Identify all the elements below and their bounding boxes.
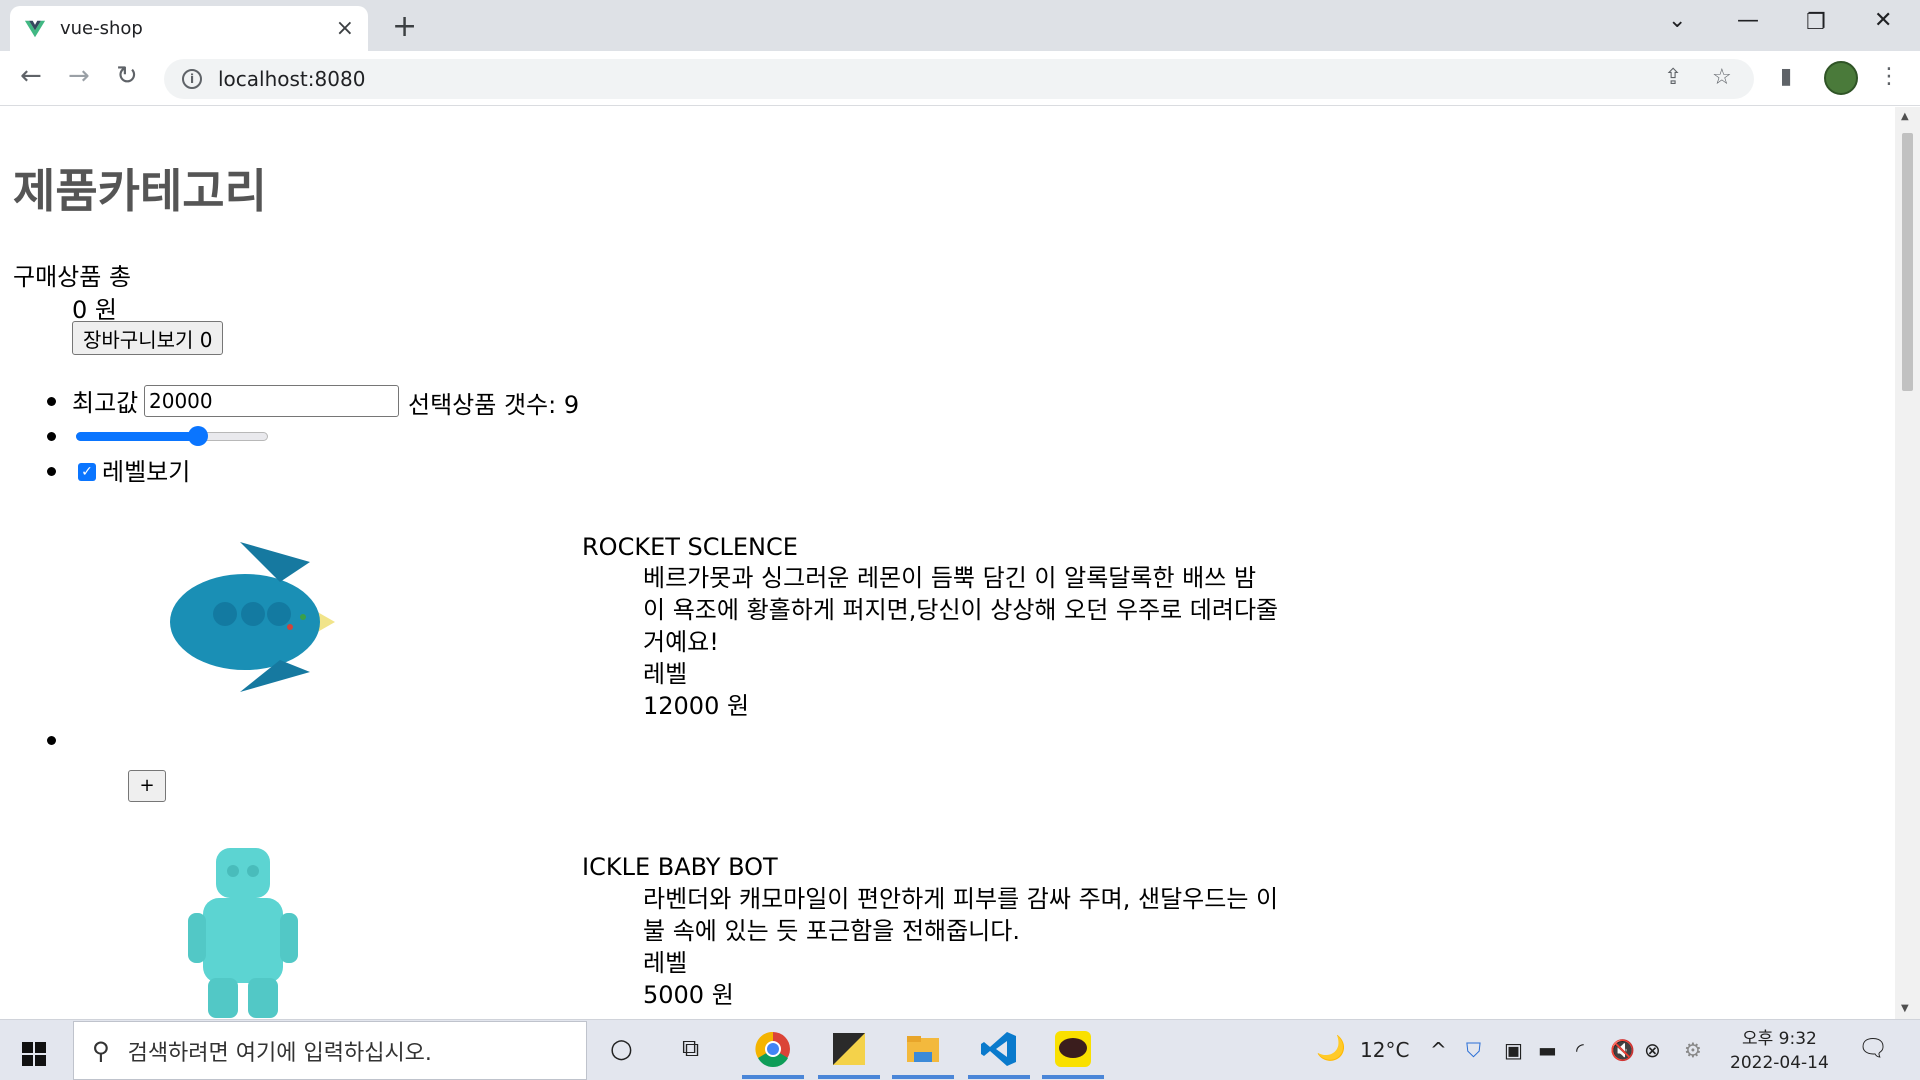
slider-fill	[76, 432, 198, 441]
tab-search-icon[interactable]: ⌄	[1668, 8, 1686, 33]
browser-tabstrip: vue-shop × + ⌄ — ❐ ✕	[0, 0, 1920, 51]
slider-knob[interactable]	[187, 426, 208, 446]
taskbar-search-box[interactable]: ⚲ 검색하려면 여기에 입력하십시오.	[73, 1021, 587, 1080]
browser-tab[interactable]: vue-shop ×	[10, 6, 368, 51]
list-bullet	[47, 432, 56, 441]
status-x-icon[interactable]: ⊗	[1644, 1038, 1661, 1062]
list-bullet	[47, 467, 56, 476]
restore-icon[interactable]: ❐	[1806, 10, 1826, 35]
kakaotalk-icon	[1055, 1031, 1091, 1067]
selected-count: 선택상품 갯수: 9	[408, 391, 580, 419]
active-indicator	[742, 1075, 804, 1079]
active-indicator	[818, 1075, 880, 1079]
share-icon[interactable]: ⇪	[1664, 65, 1682, 90]
windows-taskbar: ⚲ 검색하려면 여기에 입력하십시오. ○ ⧉ 🌙 12°C ^ ⛉ ▣ ▬ ◜…	[0, 1019, 1920, 1080]
close-window-icon[interactable]: ✕	[1874, 8, 1892, 33]
kakaotalk-app-icon[interactable]	[1042, 1030, 1104, 1079]
defender-shield-icon[interactable]: ⛉	[1466, 1038, 1481, 1062]
ime-icon[interactable]: ⚙	[1684, 1038, 1702, 1062]
weather-moon-icon[interactable]: 🌙	[1316, 1034, 1346, 1062]
list-bullet	[47, 736, 56, 745]
vue-logo-icon	[24, 20, 46, 37]
cart-label: 구매상품 총	[13, 263, 132, 291]
price-range-slider[interactable]	[76, 423, 268, 449]
list-bullet	[47, 397, 56, 406]
file-explorer-app-icon[interactable]	[892, 1030, 954, 1079]
browser-toolbar: ← → ↻ i localhost:8080 ⇪ ☆ ▮ ⋮	[0, 51, 1920, 106]
active-indicator	[1042, 1075, 1104, 1079]
sticky-notes-icon	[833, 1033, 865, 1065]
page-scrollbar[interactable]: ▲ ▼	[1895, 107, 1920, 1019]
battery-icon[interactable]: ▬	[1538, 1038, 1557, 1062]
task-view-icon[interactable]: ⧉	[682, 1034, 699, 1062]
back-icon[interactable]: ←	[20, 61, 42, 91]
max-price-label: 최고값	[72, 389, 139, 417]
menu-kebab-icon[interactable]: ⋮	[1878, 64, 1900, 89]
new-tab-button[interactable]: +	[392, 9, 417, 44]
folder-icon	[907, 1036, 939, 1062]
windows-start-icon[interactable]	[22, 1042, 46, 1066]
product-price: 12000 원	[643, 692, 750, 720]
tab-close-icon[interactable]: ×	[336, 16, 354, 41]
scroll-up-icon[interactable]: ▲	[1901, 111, 1909, 122]
cortana-icon[interactable]: ○	[610, 1034, 633, 1064]
reload-icon[interactable]: ↻	[116, 61, 138, 91]
notification-center-icon[interactable]: 🗨	[1858, 1034, 1888, 1062]
wifi-icon[interactable]: ◜	[1576, 1038, 1584, 1062]
meet-icon[interactable]: ▣	[1504, 1038, 1523, 1062]
address-bar[interactable]: i localhost:8080 ⇪ ☆	[164, 59, 1754, 99]
site-info-icon[interactable]: i	[182, 69, 202, 89]
taskbar-clock[interactable]: 오후 9:32 2022-04-14	[1730, 1027, 1829, 1075]
clock-time: 오후 9:32	[1741, 1029, 1817, 1049]
scroll-down-icon[interactable]: ▼	[1901, 1003, 1909, 1014]
chrome-app-icon[interactable]	[742, 1030, 804, 1079]
profile-avatar[interactable]	[1824, 61, 1858, 95]
bookmark-star-icon[interactable]: ☆	[1712, 65, 1732, 90]
vscode-app-icon[interactable]	[968, 1030, 1030, 1079]
product-price: 5000 원	[643, 981, 734, 1009]
product-label: 레벨	[643, 949, 688, 977]
active-indicator	[892, 1075, 954, 1079]
page-title: 제품카테고리	[13, 164, 267, 218]
add-to-cart-button[interactable]: +	[128, 770, 166, 802]
search-icon: ⚲	[92, 1036, 110, 1065]
weather-temperature[interactable]: 12°C	[1360, 1038, 1409, 1062]
scroll-thumb[interactable]	[1902, 133, 1913, 391]
product-label: 레벨	[643, 660, 688, 688]
max-price-input[interactable]	[144, 385, 399, 417]
view-cart-button[interactable]: 장바구니보기 0	[72, 321, 224, 355]
rocket-bath-bomb-image	[170, 542, 335, 692]
product-name: ICKLE BABY BOT	[582, 853, 778, 881]
url-text[interactable]: localhost:8080	[218, 67, 365, 91]
page-content: 제품카테고리 구매상품 총 0 원 장바구니보기 0 최고값 선택상품 갯수: …	[0, 107, 1895, 1019]
vscode-icon	[981, 1032, 1016, 1066]
cart-total: 0 원	[72, 296, 117, 324]
product-description: 베르가못과 싱그러운 레몬이 듬뿍 담긴 이 알록달록한 배쓰 밤 이 욕조에 …	[643, 562, 1333, 722]
taskbar-search-placeholder: 검색하려면 여기에 입력하십시오.	[127, 1040, 432, 1066]
show-label-text: 레벨보기	[102, 458, 191, 486]
speaker-muted-icon[interactable]: 🔇	[1610, 1038, 1635, 1062]
tab-title: vue-shop	[60, 18, 143, 39]
chrome-icon	[755, 1031, 790, 1067]
show-label-checkbox[interactable]: ✓	[78, 463, 96, 481]
sticky-notes-app-icon[interactable]	[818, 1030, 880, 1079]
product-description: 라벤더와 캐모마일이 편안하게 피부를 감싸 주며, 샌달우드는 이 불 속에 …	[643, 883, 1333, 1011]
active-indicator	[968, 1075, 1030, 1079]
robot-bath-bomb-image	[188, 848, 298, 1018]
tray-chevron-up-icon[interactable]: ^	[1430, 1038, 1447, 1062]
minimize-icon[interactable]: —	[1737, 8, 1759, 33]
product-name: ROCKET SCLENCE	[582, 533, 798, 561]
clock-date: 2022-04-14	[1730, 1053, 1829, 1073]
forward-icon[interactable]: →	[68, 61, 90, 91]
side-panel-icon[interactable]: ▮	[1780, 64, 1792, 89]
